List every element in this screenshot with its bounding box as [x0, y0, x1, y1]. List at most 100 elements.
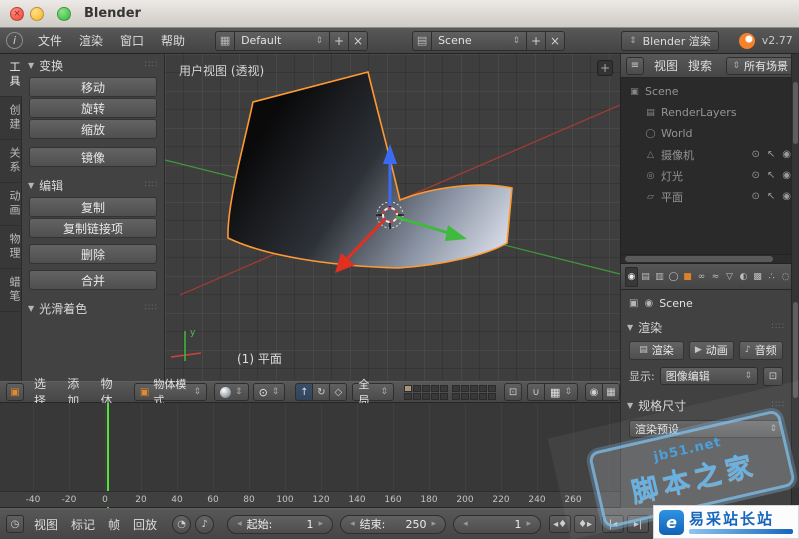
- layer-cell[interactable]: [404, 392, 413, 400]
- tab-render[interactable]: ◉: [625, 266, 638, 287]
- window-maximize-button[interactable]: [57, 7, 71, 21]
- properties-vertical-scrollbar[interactable]: [791, 54, 799, 508]
- tab-object-data[interactable]: ▽: [723, 267, 736, 287]
- shading-dropdown[interactable]: ⇕: [214, 383, 249, 401]
- screen-layout-dropdown[interactable]: Default ⇕: [234, 30, 331, 51]
- delete-scene-button[interactable]: ×: [545, 30, 566, 51]
- jump-to-end-button[interactable]: ▸|: [627, 515, 650, 533]
- tab-modifiers[interactable]: ≈: [709, 267, 722, 287]
- mode-dropdown[interactable]: ▣ 物体模式 ⇕: [133, 378, 208, 407]
- menu-playback[interactable]: 回放: [133, 516, 157, 533]
- layer-cell[interactable]: [452, 392, 461, 400]
- outliner-item-lamp[interactable]: ◎ 灯光 ⊙ ↖ ◉: [621, 165, 799, 186]
- layer-cell[interactable]: [404, 384, 413, 392]
- layer-cell[interactable]: [452, 384, 461, 392]
- eye-icon[interactable]: ⊙: [751, 149, 759, 160]
- layer-cell[interactable]: [488, 392, 497, 400]
- tab-particles[interactable]: ∴: [765, 267, 778, 287]
- tab-object[interactable]: ■: [681, 267, 694, 287]
- decrement-arrow-icon[interactable]: ◂: [350, 519, 355, 529]
- outliner-horizontal-scrollbar[interactable]: [620, 254, 799, 264]
- render-panel-header[interactable]: ▼ 渲染 ∷∷: [621, 316, 791, 338]
- menu-marker[interactable]: 标记: [71, 516, 95, 533]
- layer-cell[interactable]: [461, 392, 470, 400]
- tab-world[interactable]: ◯: [667, 267, 680, 287]
- outliner-tree[interactable]: ▣ Scene ▤ RenderLayers ◯ World △ 摄像机 ⊙ ↖…: [620, 78, 799, 254]
- tab-create[interactable]: 创建: [0, 97, 22, 140]
- duplicate-button[interactable]: 复制: [29, 197, 157, 217]
- jump-next-keyframe-button[interactable]: ♦▸: [574, 515, 597, 533]
- outliner-item-camera[interactable]: △ 摄像机 ⊙ ↖ ◉: [621, 144, 799, 165]
- eye-icon[interactable]: ⊙: [751, 191, 759, 202]
- cursor-select-icon[interactable]: ↖: [767, 149, 775, 160]
- layer-cell[interactable]: [470, 384, 479, 392]
- outliner-scope-dropdown[interactable]: ⇕ 所有场景: [726, 56, 794, 75]
- tab-tools[interactable]: 工具: [0, 54, 22, 97]
- jump-to-start-button[interactable]: |◂: [602, 515, 625, 533]
- increment-arrow-icon[interactable]: ▸: [527, 519, 532, 529]
- manipulator-rotate-toggle[interactable]: ↻: [312, 383, 331, 401]
- timeline-editor-type-icon[interactable]: ◷: [6, 515, 24, 533]
- opengl-render-anim-button[interactable]: ▦: [602, 383, 620, 401]
- layer-cell[interactable]: [422, 384, 431, 392]
- render-restrict-icon[interactable]: ◉: [782, 191, 791, 202]
- mirror-button[interactable]: 镜像: [29, 147, 157, 167]
- menu-file[interactable]: 文件: [38, 32, 62, 49]
- window-minimize-button[interactable]: [30, 7, 44, 21]
- render-animation-button[interactable]: ▶ 动画: [689, 340, 734, 360]
- layer-cell[interactable]: [431, 384, 440, 392]
- rotate-button[interactable]: 旋转: [29, 98, 157, 118]
- outliner-item-world[interactable]: ◯ World: [621, 123, 799, 144]
- add-layout-button[interactable]: +: [329, 30, 350, 51]
- tab-material[interactable]: ◐: [737, 267, 750, 287]
- layer-cell[interactable]: [488, 384, 497, 392]
- layer-cell[interactable]: [413, 384, 422, 392]
- opengl-render-still-button[interactable]: ◉: [585, 383, 603, 401]
- scrollbar-thumb[interactable]: [625, 256, 773, 262]
- increment-arrow-icon[interactable]: ▸: [319, 519, 324, 529]
- menu-help[interactable]: 帮助: [161, 32, 185, 49]
- end-frame-field[interactable]: ◂ 结束: 250 ▸: [340, 514, 447, 534]
- tab-relations[interactable]: 关系: [0, 140, 22, 183]
- manipulator-scale-toggle[interactable]: ◇: [329, 383, 348, 401]
- outliner-menu-search[interactable]: 搜索: [688, 57, 712, 74]
- render-audio-button[interactable]: ♪ 音频: [738, 340, 784, 360]
- outliner-item-renderlayers[interactable]: ▤ RenderLayers: [621, 102, 799, 123]
- tab-animation[interactable]: 动画: [0, 183, 22, 226]
- layer-cell[interactable]: [479, 384, 488, 392]
- outliner-item-scene[interactable]: ▣ Scene: [621, 81, 799, 102]
- menu-view[interactable]: 视图: [34, 516, 58, 533]
- render-engine-dropdown[interactable]: ⇕ Blender 渲染: [621, 30, 719, 51]
- lock-to-scene-toggle[interactable]: ⊡: [504, 383, 523, 401]
- delete-layout-button[interactable]: ×: [348, 30, 369, 51]
- layer-cell[interactable]: [422, 392, 431, 400]
- lock-interface-toggle[interactable]: ⊡: [763, 366, 783, 386]
- render-restrict-icon[interactable]: ◉: [782, 149, 791, 160]
- delete-button[interactable]: 删除: [29, 244, 157, 264]
- add-scene-button[interactable]: +: [526, 30, 547, 51]
- orientation-dropdown[interactable]: 全局 ⇕: [352, 378, 395, 407]
- info-icon[interactable]: i: [6, 32, 23, 49]
- tab-render-layers[interactable]: ▤: [639, 267, 652, 287]
- magnet-snap-toggle[interactable]: ∪: [527, 383, 546, 401]
- tab-physics[interactable]: 物理: [0, 226, 22, 269]
- start-frame-field[interactable]: ◂ 起始: 1 ▸: [227, 514, 334, 534]
- layer-cell[interactable]: [461, 384, 470, 392]
- outliner-editor-type-icon[interactable]: ≡: [626, 56, 644, 75]
- eye-icon[interactable]: ⊙: [751, 170, 759, 181]
- av-sync-button[interactable]: ♪: [195, 514, 215, 534]
- timeline-canvas[interactable]: -40 -20 0 20 40 60 80 100 120 140 160 18…: [0, 403, 620, 508]
- tab-constraints[interactable]: ∞: [695, 267, 708, 287]
- menu-frame[interactable]: 帧: [108, 516, 120, 533]
- shading-panel-header[interactable]: ▼ 光滑着色 ∷∷: [22, 297, 164, 319]
- screen-layout-icon[interactable]: ▦: [215, 30, 236, 51]
- tab-scene[interactable]: ▥: [653, 267, 666, 287]
- duplicate-linked-button[interactable]: 复制链接项: [29, 218, 157, 238]
- snap-element-dropdown[interactable]: ▦ ⇕: [544, 383, 578, 401]
- layer-cell[interactable]: [413, 392, 422, 400]
- dimensions-panel-header[interactable]: ▼ 规格尺寸 ∷∷: [621, 394, 791, 416]
- current-frame-field[interactable]: ◂ 1 ▸: [453, 514, 542, 534]
- translate-button[interactable]: 移动: [29, 77, 157, 97]
- increment-arrow-icon[interactable]: ▸: [432, 519, 437, 529]
- layer-cell[interactable]: [479, 392, 488, 400]
